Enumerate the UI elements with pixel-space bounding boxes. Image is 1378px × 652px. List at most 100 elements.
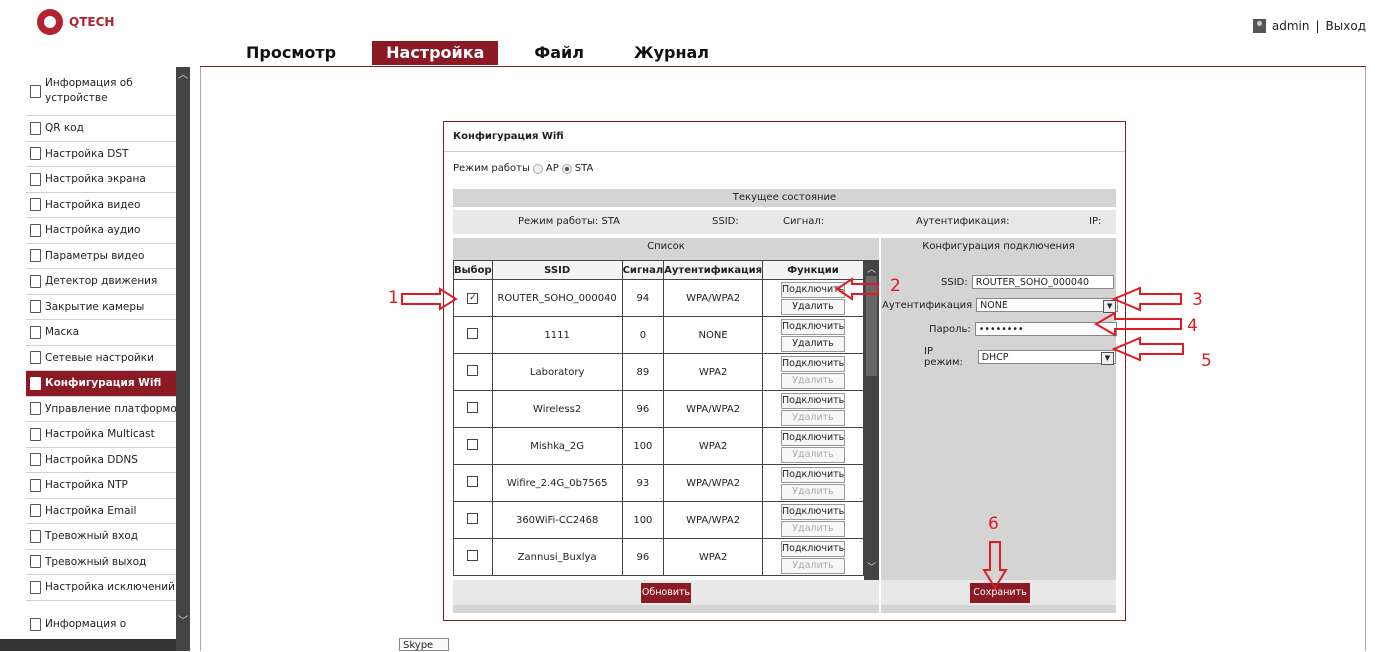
connect-button[interactable]: Подключить — [781, 466, 845, 483]
sidebar-item-label: Настройка исключений — [45, 581, 175, 594]
sidebar-item[interactable]: Настройка DDNS — [26, 448, 176, 473]
sidebar-horizontal-scrollbar[interactable] — [0, 639, 176, 651]
page-icon — [30, 529, 41, 543]
delete-button[interactable]: Удалить — [781, 298, 845, 315]
ssid-cell: Zannusi_Buxlya — [491, 538, 623, 576]
sidebar-list: Информация об устройстве QR код Настройка … — [26, 67, 176, 650]
sidebar-item[interactable]: Управление платформой — [26, 397, 176, 422]
page-icon — [30, 84, 41, 98]
signal-cell: 100 — [621, 501, 665, 539]
sidebar-item[interactable]: Тревожный выход — [26, 550, 176, 575]
sidebar-item[interactable]: Тревожный вход — [26, 524, 176, 550]
scroll-up-icon[interactable]: ︿ — [176, 69, 190, 83]
auth-cell: WPA2 — [663, 538, 764, 576]
refresh-bar: Обновить — [453, 580, 879, 605]
tab-file[interactable]: Файл — [520, 41, 598, 65]
username: admin — [1271, 19, 1310, 33]
sidebar-item-label: Маска — [45, 326, 80, 339]
ip-mode-label: IP режим: — [924, 346, 963, 368]
functions-cell: Подключить Удалить — [762, 279, 864, 317]
chevron-down-icon[interactable]: ▼ — [1103, 300, 1117, 313]
connect-button[interactable]: Подключить — [781, 281, 845, 298]
page-icon — [30, 223, 41, 237]
delete-button[interactable]: Удалить — [781, 335, 845, 352]
select-cell — [453, 390, 493, 428]
connect-button[interactable]: Подключить — [781, 429, 845, 446]
row-checkbox[interactable] — [467, 476, 479, 487]
logout-link[interactable]: Выход — [1326, 19, 1366, 33]
page-icon — [30, 504, 41, 518]
tab-view[interactable]: Просмотр — [232, 41, 350, 65]
save-button[interactable]: Сохранить — [970, 583, 1030, 603]
connect-button[interactable]: Подключить — [781, 318, 845, 335]
table-scroll-down-icon[interactable]: ﹀ — [864, 560, 879, 573]
sidebar-item[interactable]: Детектор движения — [26, 269, 176, 295]
row-checkbox[interactable] — [467, 328, 479, 339]
sidebar-item-label: QR код — [45, 122, 84, 135]
brand-logo: QTECH — [37, 9, 114, 35]
delete-button[interactable]: Удалить — [781, 483, 845, 500]
row-checkbox[interactable]: ✓ — [467, 293, 479, 304]
ssid-cell: Wifire_2.4G_0b7565 — [491, 464, 623, 502]
scroll-down-icon[interactable]: ﹀ — [176, 615, 190, 629]
delete-button[interactable]: Удалить — [781, 557, 845, 574]
ip-mode-row: IP режим: DHCP ▼ — [924, 346, 1116, 368]
refresh-button[interactable]: Обновить — [641, 583, 691, 603]
row-checkbox[interactable] — [467, 402, 479, 413]
signal-cell: 96 — [621, 538, 665, 576]
row-checkbox[interactable] — [467, 365, 479, 376]
table-row: ✓ ROUTER_SOHO_000040 94 WPA/WPA2 Подключить У… — [453, 279, 864, 317]
col-select: Выбор — [453, 260, 493, 280]
row-checkbox[interactable] — [467, 439, 479, 450]
row-checkbox[interactable] — [467, 513, 479, 524]
sidebar-item[interactable]: QR код — [26, 116, 176, 142]
password-input[interactable]: •••••••• — [974, 322, 1117, 336]
tab-log[interactable]: Журнал — [620, 41, 723, 65]
delete-button[interactable]: Удалить — [781, 520, 845, 537]
sidebar-item[interactable]: Настройка Email — [26, 499, 176, 524]
tab-settings[interactable]: Настройка — [372, 41, 499, 65]
list-title: Список — [647, 241, 685, 252]
delete-button[interactable]: Удалить — [781, 409, 845, 426]
status-title: Текущее состояние — [453, 189, 1116, 207]
sidebar-item[interactable]: Настройка видео — [26, 193, 176, 218]
ssid-input[interactable]: ROUTER_SOHO_000040 — [971, 275, 1114, 289]
table-scroll-thumb[interactable] — [866, 276, 877, 376]
annotation-label-2: 2 — [890, 276, 901, 296]
connect-button[interactable]: Подключить — [781, 392, 845, 409]
connect-button[interactable]: Подключить — [781, 355, 845, 372]
sidebar-item[interactable]: Настройка NTP — [26, 473, 176, 499]
connect-button[interactable]: Подключить — [781, 503, 845, 520]
chevron-down-icon[interactable]: ▼ — [1101, 352, 1114, 365]
status-ip: IP: — [1089, 216, 1102, 227]
sidebar-item[interactable]: Настройка аудио — [26, 218, 176, 244]
auth-select[interactable]: NONE ▼ — [976, 298, 1119, 313]
ssid-cell: Wireless2 — [491, 390, 623, 428]
row-checkbox[interactable] — [467, 550, 479, 561]
sidebar-item[interactable]: Параметры видео — [26, 244, 176, 269]
signal-cell: 100 — [621, 427, 665, 465]
delete-button[interactable]: Удалить — [781, 446, 845, 463]
ip-mode-select-value: DHCP — [981, 352, 1009, 363]
table-scroll-up-icon[interactable]: ︿ — [864, 262, 879, 275]
sidebar-item[interactable]: Сетевые настройки — [26, 346, 176, 371]
sidebar-scrollbar[interactable]: ︿ ﹀ — [176, 67, 190, 651]
sidebar-item-label: Информация об устройстве — [45, 77, 133, 104]
sidebar-item[interactable]: Настройка Multicast — [26, 422, 176, 448]
ip-mode-select[interactable]: DHCP ▼ — [977, 350, 1116, 365]
sidebar-item[interactable]: Конфигурация Wifi — [26, 371, 176, 397]
sidebar-item-label: Тревожный вход — [45, 530, 139, 543]
page-icon — [30, 376, 41, 390]
sidebar-item[interactable]: Маска — [26, 320, 176, 346]
sidebar-item-label: Параметры видео — [45, 249, 145, 262]
sidebar-item[interactable]: Настройка DST — [26, 142, 176, 167]
table-scrollbar[interactable]: ︿ ﹀ — [864, 260, 879, 580]
delete-button[interactable]: Удалить — [781, 372, 845, 389]
mode-ap-radio[interactable] — [532, 163, 543, 174]
sidebar-item[interactable]: Закрытие камеры — [26, 295, 176, 320]
connect-button[interactable]: Подключить — [781, 540, 845, 557]
sidebar-item[interactable]: Информация об устройстве — [26, 67, 176, 116]
sidebar-item[interactable]: Настройка экрана — [26, 167, 176, 193]
mode-sta-radio[interactable] — [561, 163, 572, 174]
sidebar-item[interactable]: Настройка исключений — [26, 575, 176, 601]
